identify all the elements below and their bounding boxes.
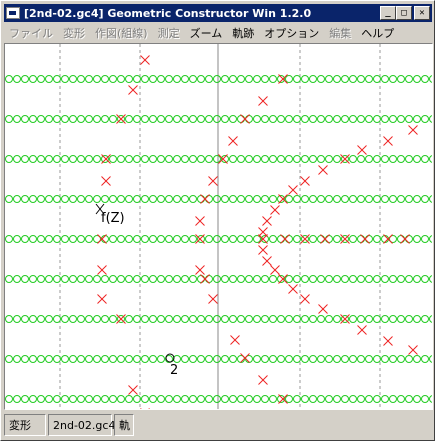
trace-marker	[383, 336, 393, 346]
label-fz: f(Z)	[101, 211, 125, 226]
trace-marker	[383, 136, 393, 146]
trace-marker	[300, 294, 310, 304]
trace-marker	[408, 345, 418, 355]
grid-lines	[59, 44, 381, 409]
maximize-button[interactable]: □	[396, 6, 412, 20]
menu-edit[interactable]: 編集	[324, 25, 356, 41]
trace-row	[5, 235, 432, 243]
trace-marker	[360, 234, 370, 244]
title-bar[interactable]: [2nd-02.gc4] Geometric Constructor Win 1…	[4, 4, 432, 22]
app-window: [2nd-02.gc4] Geometric Constructor Win 1…	[0, 0, 435, 441]
trace-row	[5, 75, 432, 83]
trace-marker	[318, 165, 328, 175]
app-icon[interactable]	[6, 7, 20, 19]
trace-marker	[262, 216, 272, 226]
trace-marker	[101, 176, 111, 186]
trace-marker	[400, 234, 410, 244]
trace-marker	[97, 265, 107, 275]
trace-row	[5, 115, 432, 123]
trace-markers	[97, 55, 418, 409]
trace-marker	[195, 265, 205, 275]
menu-measure[interactable]: 測定	[153, 25, 185, 41]
status-trace: 軌	[114, 414, 134, 436]
trace-row	[5, 315, 432, 323]
point-fz[interactable]: f(Z)	[95, 203, 125, 226]
construction-plot[interactable]: f(Z) 2	[5, 44, 433, 410]
status-mode: 変形	[4, 414, 46, 436]
trace-marker	[320, 234, 330, 244]
trace-marker	[128, 385, 138, 395]
trace-marker	[300, 176, 310, 186]
trace-row	[5, 275, 432, 283]
trace-marker	[240, 353, 250, 363]
minimize-button[interactable]: _	[380, 6, 396, 20]
menu-trace[interactable]: 軌跡	[227, 25, 259, 41]
trace-marker	[262, 256, 272, 266]
close-button[interactable]: ✕	[414, 6, 430, 20]
trace-marker	[280, 234, 290, 244]
trace-marker	[230, 335, 240, 345]
menu-zoom[interactable]: ズーム	[185, 25, 228, 41]
trace-marker	[200, 194, 210, 204]
trace-marker	[128, 85, 138, 95]
trace-marker	[140, 55, 150, 65]
trace-marker	[270, 265, 280, 275]
menu-options[interactable]: オプション	[259, 25, 324, 41]
status-bar: 変形 2nd-02.gc4 軌	[4, 412, 432, 438]
trace-marker	[357, 145, 367, 155]
trace-marker	[97, 234, 107, 244]
trace-marker	[408, 125, 418, 135]
label-2: 2	[170, 363, 178, 378]
trace-marker	[318, 304, 328, 314]
menu-construct[interactable]: 作図(組線)	[90, 25, 153, 41]
menu-help[interactable]: ヘルプ	[356, 25, 399, 41]
trace-marker	[228, 136, 238, 146]
trace-marker	[357, 325, 367, 335]
trace-marker	[208, 176, 218, 186]
trace-marker	[288, 284, 298, 294]
trace-row	[5, 395, 432, 403]
trace-row	[5, 155, 432, 163]
window-title: [2nd-02.gc4] Geometric Constructor Win 1…	[24, 6, 312, 20]
trace-marker	[258, 375, 268, 385]
trace-marker	[240, 114, 250, 124]
trace-marker	[97, 294, 107, 304]
construction-points[interactable]: f(Z) 2	[95, 203, 178, 378]
menu-bar: ファイル 変形 作図(組線) 測定 ズーム 軌跡 オプション 編集 ヘルプ	[4, 23, 432, 42]
caption-buttons: _ □ ✕	[380, 6, 430, 20]
trace-marker	[383, 234, 393, 244]
drawing-canvas[interactable]: f(Z) 2	[4, 43, 433, 410]
menu-transform[interactable]: 変形	[58, 25, 90, 41]
trace-rows	[5, 75, 432, 403]
trace-row	[5, 355, 432, 363]
trace-marker	[195, 216, 205, 226]
trace-marker	[258, 245, 268, 255]
status-file: 2nd-02.gc4	[48, 414, 115, 436]
trace-marker	[270, 205, 280, 215]
trace-marker	[258, 96, 268, 106]
trace-marker	[208, 294, 218, 304]
trace-marker	[140, 408, 150, 409]
trace-marker	[200, 274, 210, 284]
trace-row	[5, 195, 432, 203]
trace-marker	[288, 185, 298, 195]
menu-file[interactable]: ファイル	[4, 25, 58, 41]
